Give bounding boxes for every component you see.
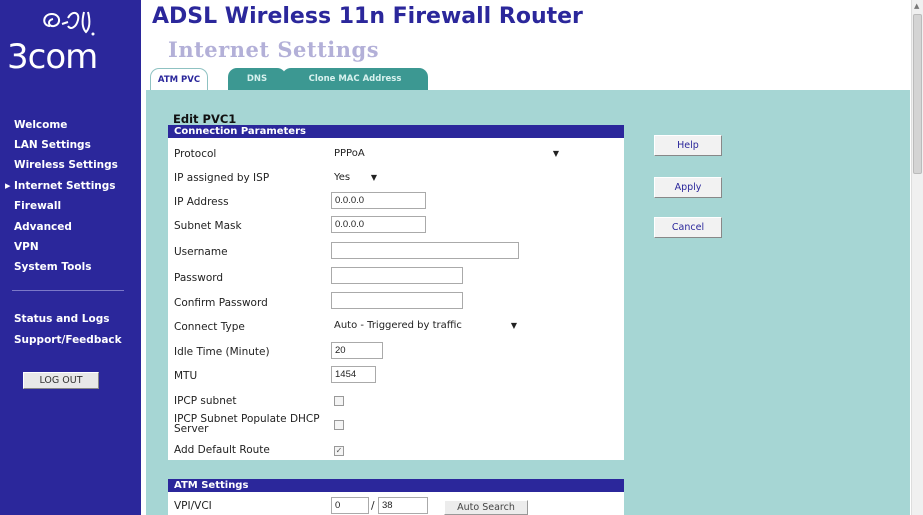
page-title: ADSL Wireless 11n Firewall Router (152, 4, 583, 29)
confirm-password-input[interactable] (331, 292, 463, 309)
sidebar-item-internet-settings[interactable]: Internet Settings (5, 179, 116, 192)
tab-atm-pvc[interactable]: ATM PVC (150, 68, 208, 90)
edit-title: Edit PVC1 (173, 112, 237, 126)
mtu-input[interactable] (331, 366, 376, 383)
cancel-button[interactable]: Cancel (654, 217, 722, 238)
scroll-up-icon[interactable]: ▲ (914, 2, 919, 10)
connect-type-label: Connect Type (174, 321, 245, 333)
ip-assigned-label: IP assigned by ISP (174, 172, 270, 184)
apply-button[interactable]: Apply (654, 177, 722, 198)
connect-type-value: Auto - Triggered by traffic (334, 320, 462, 331)
ipcp-dhcp-checkbox[interactable] (334, 420, 344, 430)
help-button[interactable]: Help (654, 135, 722, 156)
checkmark-icon: ✓ (335, 446, 343, 455)
scrollbar[interactable]: ▲ (911, 0, 923, 515)
subnet-mask-input[interactable] (331, 216, 426, 233)
section-atm-settings: ATM Settings (168, 479, 624, 492)
logo: 3com (0, 0, 141, 112)
sidebar-item-vpn[interactable]: VPN (14, 241, 39, 253)
tab-clone-mac-address[interactable]: Clone MAC Address (282, 68, 428, 90)
logout-button[interactable]: LOG OUT (23, 372, 99, 389)
logo-text: 3com (7, 37, 98, 77)
sidebar-item-status-and-logs[interactable]: Status and Logs (14, 313, 109, 325)
sidebar-item-advanced[interactable]: Advanced (14, 221, 72, 233)
scrollbar-thumb[interactable] (913, 14, 922, 174)
sidebar-item-wireless-settings[interactable]: Wireless Settings (14, 159, 118, 171)
ip-assigned-select[interactable]: Yes ▼ (331, 170, 381, 186)
sidebar-item-welcome[interactable]: Welcome (14, 119, 67, 131)
username-input[interactable] (331, 242, 519, 259)
idle-time-label: Idle Time (Minute) (174, 346, 270, 358)
ipcp-subnet-label: IPCP subnet (174, 395, 237, 407)
sidebar-item-support-feedback[interactable]: Support/Feedback (14, 334, 122, 346)
password-label: Password (174, 272, 224, 284)
sidebar-divider (12, 290, 124, 291)
ipcp-subnet-checkbox[interactable] (334, 396, 344, 406)
username-label: Username (174, 246, 228, 258)
protocol-value: PPPoA (334, 148, 365, 159)
default-route-label: Add Default Route (174, 444, 270, 456)
sidebar: 3com Welcome LAN Settings Wireless Setti… (0, 0, 141, 515)
idle-time-input[interactable] (331, 342, 383, 359)
default-route-checkbox[interactable]: ✓ (334, 446, 344, 456)
chevron-down-icon: ▼ (370, 173, 377, 182)
ip-address-input[interactable] (331, 192, 426, 209)
vci-input[interactable] (378, 497, 428, 514)
sidebar-item-firewall[interactable]: Firewall (14, 200, 61, 212)
tab-dns[interactable]: DNS (228, 68, 286, 90)
section-connection-parameters: Connection Parameters (168, 125, 624, 138)
subnet-mask-label: Subnet Mask (174, 220, 242, 232)
vpi-vci-separator: / (371, 500, 375, 512)
ip-assigned-value: Yes (334, 172, 351, 183)
vpi-vci-label: VPI/VCI (174, 500, 212, 512)
confirm-password-label: Confirm Password (174, 297, 268, 309)
3com-logo-icon (43, 11, 95, 36)
chevron-down-icon: ▼ (510, 321, 517, 330)
protocol-select[interactable]: PPPoA ▼ (331, 146, 563, 162)
connect-type-select[interactable]: Auto - Triggered by traffic ▼ (331, 318, 521, 334)
page-subtitle: Internet Settings (168, 37, 380, 62)
vpi-input[interactable] (331, 497, 369, 514)
protocol-label: Protocol (174, 148, 217, 160)
sidebar-item-system-tools[interactable]: System Tools (14, 261, 91, 273)
ipcp-dhcp-label: IPCP Subnet Populate DHCP Server (174, 413, 320, 435)
password-input[interactable] (331, 267, 463, 284)
auto-search-button[interactable]: Auto Search (444, 500, 528, 515)
ip-address-label: IP Address (174, 196, 229, 208)
sidebar-item-lan-settings[interactable]: LAN Settings (14, 139, 91, 151)
mtu-label: MTU (174, 370, 198, 382)
chevron-down-icon: ▼ (552, 149, 559, 158)
